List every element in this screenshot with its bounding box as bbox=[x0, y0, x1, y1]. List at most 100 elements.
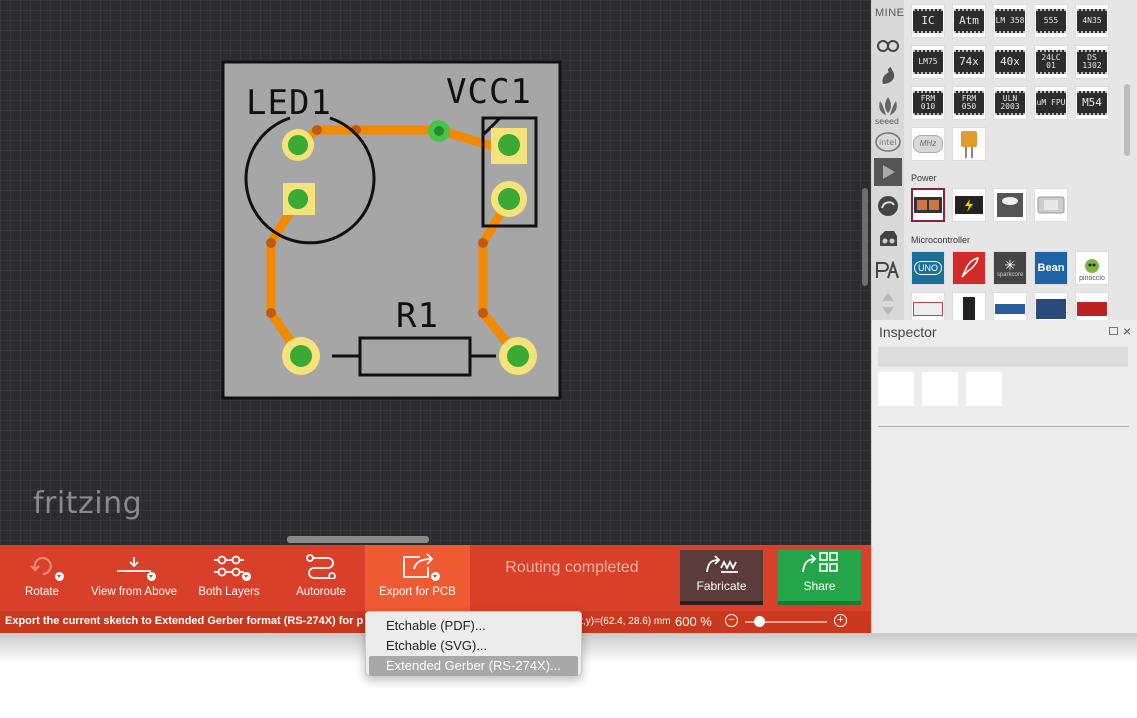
seeed-bin-icon[interactable]: seeed bbox=[874, 94, 902, 126]
robot-bin-icon[interactable] bbox=[874, 224, 902, 252]
part-lightblue-bean[interactable]: Bean bbox=[1034, 251, 1068, 285]
menu-item-extended-gerber[interactable]: Extended Gerber (RS-274X)... bbox=[369, 656, 578, 676]
part-uln2003[interactable]: ULN 2003 bbox=[993, 86, 1027, 120]
scroll-down-icon[interactable] bbox=[874, 290, 902, 318]
battery-pack-icon bbox=[914, 197, 942, 213]
voltage-regulator-icon bbox=[997, 193, 1023, 217]
svg-text:seeed: seeed bbox=[875, 117, 899, 125]
part-frm010[interactable]: FRM 010 bbox=[911, 86, 945, 120]
both-layers-button[interactable]: Both Layers bbox=[196, 545, 262, 611]
part-ds1302[interactable]: DS 1302 bbox=[1075, 45, 1109, 79]
part-board-3[interactable] bbox=[993, 292, 1027, 320]
inspector-breadboard-image bbox=[878, 372, 914, 406]
part-555[interactable]: 555 bbox=[1034, 4, 1068, 38]
share-icon bbox=[801, 552, 838, 573]
inspector-schematic-image bbox=[922, 372, 958, 406]
part-board-1[interactable] bbox=[911, 292, 945, 320]
part-voltage-regulator[interactable] bbox=[993, 188, 1027, 222]
part-battery[interactable] bbox=[952, 188, 986, 222]
dropdown-arrow-icon bbox=[147, 572, 156, 581]
label-r1: R1 bbox=[396, 296, 439, 336]
part-sparkcore[interactable]: ✳ sparkcore bbox=[993, 251, 1027, 285]
menu-item-etchable-pdf[interactable]: Etchable (PDF)... bbox=[369, 616, 578, 636]
part-40x-label: 40x bbox=[995, 50, 1025, 74]
part-red-board[interactable] bbox=[952, 251, 986, 285]
section-microcontroller: Microcontroller bbox=[911, 235, 971, 245]
label-led1: LED1 bbox=[246, 83, 332, 123]
cursor-coordinates: x,y)=(62.4, 28.6) mm bbox=[578, 616, 671, 627]
part-40x[interactable]: 40x bbox=[993, 45, 1027, 79]
layers-icon bbox=[209, 553, 251, 581]
fabricate-button[interactable]: Fabricate bbox=[680, 550, 763, 605]
play-bin-icon[interactable] bbox=[874, 158, 902, 186]
part-power-jack[interactable] bbox=[1034, 188, 1068, 222]
export-for-pcb-button[interactable]: Export for PCB bbox=[365, 545, 470, 611]
part-ic[interactable]: IC bbox=[911, 4, 945, 38]
sparkfun-bin-icon[interactable] bbox=[874, 62, 902, 90]
part-m54[interactable]: M54 bbox=[1075, 86, 1109, 120]
dropdown-arrow-icon bbox=[55, 572, 64, 581]
export-for-pcb-label: Export for PCB bbox=[379, 586, 456, 598]
part-lm75-label: LM75 bbox=[913, 50, 943, 74]
intel-bin-icon[interactable]: intel bbox=[874, 128, 902, 156]
part-lm358[interactable]: LM 358 bbox=[993, 4, 1027, 38]
part-battery-pack[interactable] bbox=[911, 188, 945, 222]
rotate-icon bbox=[22, 553, 64, 581]
pa-bin-icon[interactable] bbox=[874, 256, 902, 284]
autoroute-button[interactable]: Autoroute bbox=[290, 545, 352, 611]
both-layers-label: Both Layers bbox=[198, 586, 260, 598]
parts-bin: MINE seeed intel IC Atm LM 358 555 4N35 … bbox=[871, 0, 1137, 320]
power-jack-icon bbox=[1037, 196, 1065, 214]
export-dropdown-menu: Etchable (PDF)... Etchable (SVG)... Exte… bbox=[365, 611, 582, 676]
snootlab-bin-icon[interactable] bbox=[874, 192, 902, 220]
part-24lc01[interactable]: 24LC 01 bbox=[1034, 45, 1068, 79]
zoom-out-icon[interactable]: − bbox=[725, 614, 738, 627]
part-board-4[interactable] bbox=[1034, 292, 1068, 320]
bean-label: Bean bbox=[1037, 262, 1065, 274]
share-button[interactable]: Share bbox=[778, 550, 861, 605]
part-4n35-label: 4N35 bbox=[1077, 9, 1107, 33]
close-icon[interactable]: × bbox=[1123, 323, 1131, 339]
float-window-icon[interactable] bbox=[1109, 327, 1118, 335]
rocket-icon bbox=[961, 257, 979, 278]
pinoccio-label: pinoccio bbox=[1079, 274, 1105, 282]
part-24lc01-label: 24LC 01 bbox=[1036, 50, 1066, 74]
part-arduino-uno[interactable]: UNO bbox=[911, 251, 945, 285]
part-board-2[interactable] bbox=[952, 292, 986, 320]
pcb-drawing[interactable]: LED1 VCC1 R1 bbox=[0, 0, 871, 545]
part-ic-label: IC bbox=[913, 9, 943, 33]
rotate-button[interactable]: Rotate bbox=[19, 545, 65, 611]
arduino-bin-icon[interactable] bbox=[874, 32, 902, 60]
parts-bin-tabs: MINE seeed intel bbox=[872, 0, 904, 320]
part-crystal[interactable]: MHz bbox=[911, 127, 945, 161]
menu-item-etchable-svg[interactable]: Etchable (SVG)... bbox=[369, 636, 578, 656]
view-from-above-button[interactable]: View from Above bbox=[89, 545, 179, 611]
part-4n35[interactable]: 4N35 bbox=[1075, 4, 1109, 38]
part-74x[interactable]: 74x bbox=[952, 45, 986, 79]
battery-icon bbox=[955, 196, 983, 214]
part-atmega[interactable]: Atm bbox=[952, 4, 986, 38]
part-frm050[interactable]: FRM 050 bbox=[952, 86, 986, 120]
fabricate-label: Fabricate bbox=[696, 579, 747, 593]
sparkcore-star-icon: ✳ bbox=[1004, 257, 1016, 273]
part-umfpu[interactable]: uM FPU bbox=[1034, 86, 1068, 120]
part-lm75[interactable]: LM75 bbox=[911, 45, 945, 79]
part-pinoccio[interactable]: pinoccio bbox=[1075, 251, 1109, 285]
pcb-canvas[interactable]: LED1 VCC1 R1 fritzing bbox=[0, 0, 871, 545]
autoroute-label: Autoroute bbox=[296, 586, 346, 598]
part-555-label: 555 bbox=[1036, 9, 1066, 33]
canvas-vertical-scrollbar[interactable] bbox=[862, 188, 868, 286]
part-ds1302-label: DS 1302 bbox=[1077, 50, 1107, 74]
part-board-5[interactable] bbox=[1075, 292, 1109, 320]
bottom-toolbar: Rotate View from Above Both Layers Autor… bbox=[0, 545, 871, 611]
part-umfpu-label: uM FPU bbox=[1036, 91, 1066, 115]
label-vcc1: VCC1 bbox=[446, 72, 532, 112]
zoom-slider-handle[interactable] bbox=[754, 616, 766, 627]
zoom-in-icon[interactable]: + bbox=[834, 614, 847, 627]
part-capacitor[interactable] bbox=[952, 127, 986, 161]
parts-bin-scrollbar[interactable] bbox=[1124, 84, 1130, 156]
part-frm050-label: FRM 050 bbox=[954, 91, 984, 115]
canvas-horizontal-scrollbar[interactable] bbox=[287, 536, 429, 543]
bin-tab-mine[interactable]: MINE bbox=[875, 7, 905, 19]
inspector-divider bbox=[878, 426, 1129, 427]
